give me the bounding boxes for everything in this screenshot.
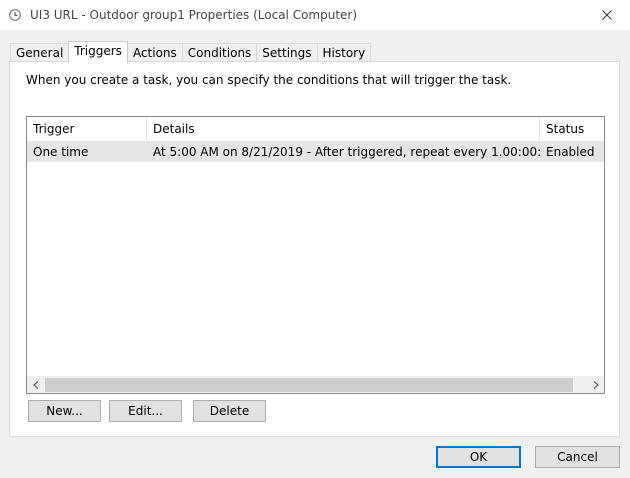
list-header: Trigger Details Status bbox=[27, 117, 604, 142]
new-trigger-button[interactable]: New... bbox=[28, 400, 101, 422]
tab-history[interactable]: History bbox=[316, 43, 372, 63]
cell-status: Enabled bbox=[546, 145, 595, 159]
ok-button[interactable]: OK bbox=[436, 446, 521, 468]
close-button[interactable] bbox=[584, 0, 630, 30]
cancel-button[interactable]: Cancel bbox=[535, 446, 620, 468]
horizontal-scrollbar[interactable] bbox=[27, 376, 604, 393]
cell-trigger: One time bbox=[33, 145, 89, 159]
edit-trigger-button[interactable]: Edit... bbox=[109, 400, 182, 422]
close-icon bbox=[602, 10, 612, 20]
tab-general[interactable]: General bbox=[10, 43, 70, 63]
triggers-description: When you create a task, you can specify … bbox=[26, 73, 512, 87]
clock-icon bbox=[9, 9, 21, 21]
tab-actions[interactable]: Actions bbox=[126, 43, 183, 63]
tab-triggers[interactable]: Triggers bbox=[68, 41, 128, 63]
column-header-trigger[interactable]: Trigger bbox=[27, 117, 147, 141]
cell-details: At 5:00 AM on 8/21/2019 - After triggere… bbox=[153, 145, 540, 159]
chevron-right-icon bbox=[593, 381, 599, 389]
delete-trigger-button[interactable]: Delete bbox=[193, 400, 266, 422]
scroll-right-button[interactable] bbox=[587, 377, 604, 393]
chevron-left-icon bbox=[32, 381, 38, 389]
table-row[interactable]: One time At 5:00 AM on 8/21/2019 - After… bbox=[27, 142, 604, 162]
column-header-details[interactable]: Details bbox=[147, 117, 540, 141]
tab-settings[interactable]: Settings bbox=[256, 43, 318, 63]
window-title: UI3 URL - Outdoor group1 Properties (Loc… bbox=[30, 8, 358, 22]
tab-strip: General Triggers Actions Conditions Sett… bbox=[10, 41, 372, 63]
tab-conditions[interactable]: Conditions bbox=[181, 43, 258, 63]
triggers-panel: When you create a task, you can specify … bbox=[9, 61, 620, 437]
triggers-list[interactable]: Trigger Details Status One time At 5:00 … bbox=[26, 116, 605, 394]
column-header-status[interactable]: Status bbox=[540, 117, 604, 141]
title-bar: UI3 URL - Outdoor group1 Properties (Loc… bbox=[0, 0, 630, 30]
scroll-left-button[interactable] bbox=[27, 377, 44, 393]
scroll-thumb[interactable] bbox=[45, 378, 573, 392]
